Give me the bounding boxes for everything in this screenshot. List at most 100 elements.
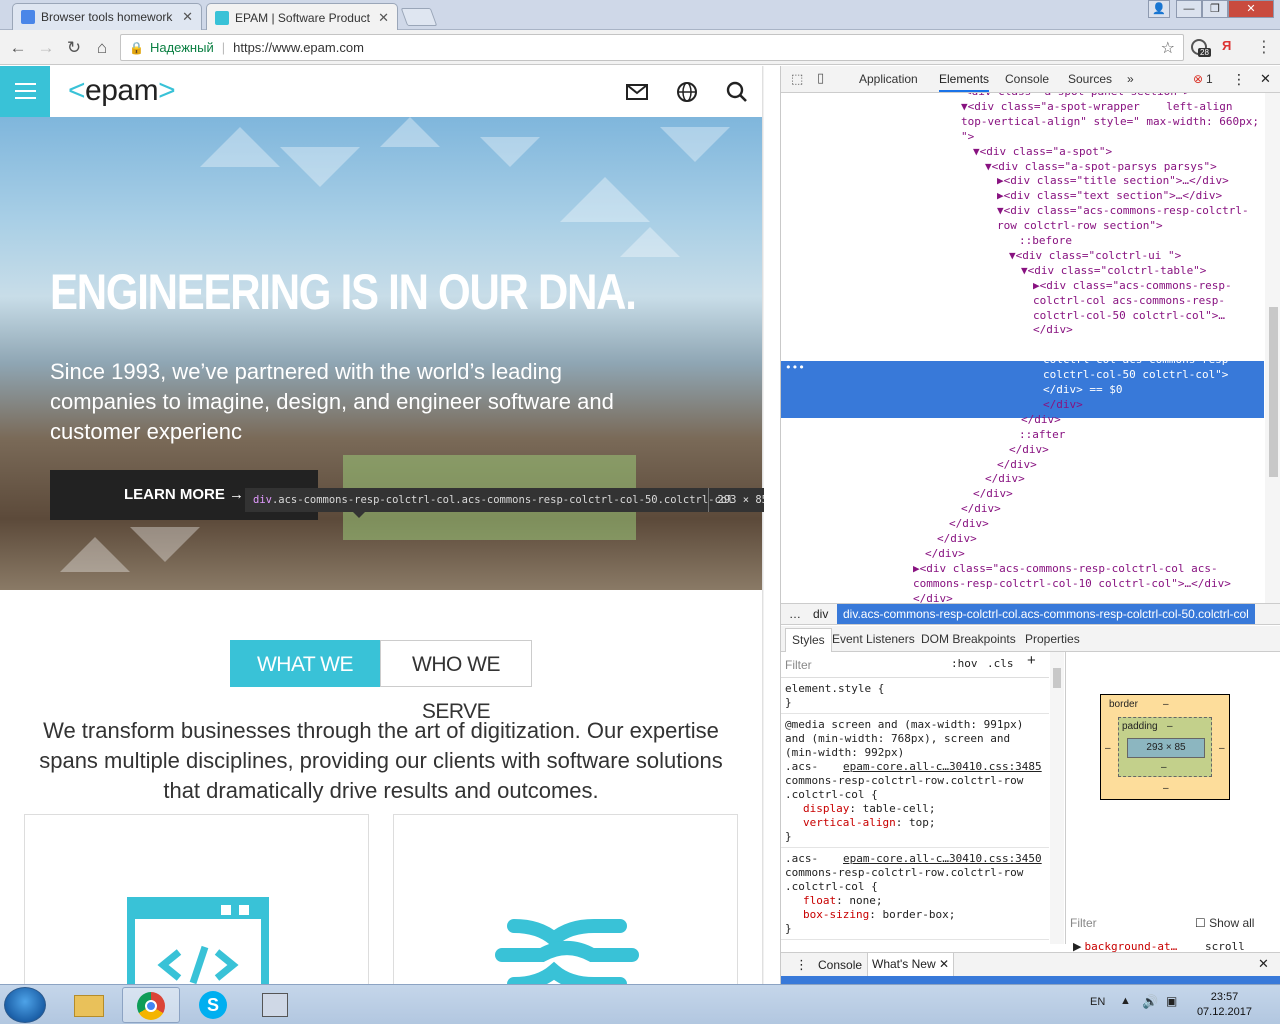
epam-logo[interactable]: <epam> — [68, 74, 176, 108]
css-property[interactable]: vertical-align: top; — [803, 816, 935, 830]
dom-node-line[interactable]: </div> — [1009, 443, 1049, 458]
close-icon[interactable]: ✕ — [378, 10, 389, 26]
dom-node-line[interactable]: ▶<div class="text section">…</div> — [997, 189, 1222, 204]
dom-node-line[interactable]: ▼<div class="acs-commons-resp-colctrl- — [997, 204, 1249, 219]
dom-node-line[interactable]: ▼<div class="colctrl-ui "> — [1009, 249, 1181, 264]
tab-dom-breakpoints[interactable]: DOM Breakpoints — [921, 632, 1016, 646]
tab-who-we-serve[interactable]: WHO WE SERVE — [380, 640, 532, 723]
tab-sources[interactable]: Sources — [1068, 72, 1112, 86]
dom-node-line[interactable]: ▼<div class="a-spot"> — [973, 145, 1112, 160]
dom-node-line[interactable]: colctrl-col acs-commons-resp- — [1043, 353, 1235, 368]
styles-filter-input[interactable]: Filter — [785, 658, 812, 672]
tray-expand-icon[interactable]: ▲ — [1120, 995, 1131, 1007]
drawer-tab-whats-new[interactable]: What's New ✕ — [867, 953, 955, 977]
drawer-tab-console[interactable]: Console — [818, 958, 862, 972]
new-tab-button[interactable] — [400, 8, 438, 26]
device-toolbar-icon[interactable]: ▯ — [817, 70, 824, 86]
dom-node-line[interactable]: </div> — [973, 487, 1013, 502]
dom-node-line[interactable]: ▶<div class="acs-commons-resp- — [1033, 279, 1232, 294]
dom-node-line[interactable]: ▼<div class="a-spot-wrapper left-align — [961, 100, 1233, 115]
network-icon[interactable]: ▣ — [1166, 994, 1177, 1008]
inspect-element-icon[interactable]: ⬚ — [791, 71, 803, 87]
dom-node-line[interactable]: ▼<div class="colctrl-table"> — [1021, 264, 1206, 279]
chrome-taskbar-icon[interactable] — [122, 987, 180, 1023]
node-actions-icon[interactable]: ••• — [785, 361, 805, 376]
breadcrumb-item[interactable]: … — [789, 604, 801, 624]
bookmark-star-icon[interactable]: ☆ — [1161, 38, 1175, 58]
minimize-button[interactable]: — — [1176, 0, 1202, 18]
css-property-value[interactable]: table-cell; — [863, 802, 936, 815]
menu-kebab-icon[interactable]: ⋮ — [1256, 37, 1272, 57]
error-icon[interactable]: ⊗ — [1193, 72, 1203, 86]
tab-application[interactable]: Application — [859, 72, 918, 86]
service-card[interactable] — [393, 814, 738, 984]
devtools-menu-icon[interactable]: ⋮ — [1232, 71, 1246, 88]
dom-node-line[interactable]: </div> — [961, 502, 1001, 517]
dom-node-line[interactable]: </div> — [997, 458, 1037, 473]
tab-elements[interactable]: Elements — [939, 72, 990, 92]
language-indicator[interactable]: EN — [1090, 996, 1105, 1008]
tab-browser-tools[interactable]: Browser tools homework ✕ — [12, 3, 202, 30]
devtools-close-icon[interactable]: ✕ — [1260, 71, 1271, 87]
dom-node-line[interactable]: top-vertical-align" style=" max-width: 6… — [961, 115, 1259, 130]
service-card[interactable] — [24, 814, 369, 984]
back-icon[interactable]: ← — [8, 38, 28, 58]
tab-console[interactable]: Console — [1005, 72, 1049, 86]
cls-toggle[interactable]: .cls — [987, 657, 1014, 671]
css-property-name[interactable]: float — [803, 894, 836, 907]
forward-icon[interactable]: → — [36, 38, 56, 58]
dom-tree[interactable]: ••• <div class="a-spot panel section">▼<… — [781, 93, 1265, 603]
volume-icon[interactable]: 🔊 — [1142, 994, 1158, 1010]
css-property-value[interactable]: border-box; — [882, 908, 955, 921]
styles-scrollbar[interactable] — [1050, 652, 1064, 944]
css-property-name[interactable]: vertical-align — [803, 816, 896, 829]
home-icon[interactable]: ⌂ — [92, 38, 112, 58]
dom-node-line[interactable]: </div> — [1033, 323, 1073, 338]
file-explorer-icon[interactable] — [60, 987, 118, 1023]
close-icon[interactable]: ✕ — [939, 957, 949, 971]
tab-epam[interactable]: EPAM | Software Product ✕ — [206, 3, 398, 31]
drawer-close-icon[interactable]: ✕ — [1258, 956, 1269, 972]
hamburger-menu-button[interactable] — [0, 66, 50, 117]
window-close-button[interactable]: ✕ — [1228, 0, 1274, 18]
breadcrumb-item[interactable]: div — [813, 604, 828, 624]
dom-node-line[interactable]: colctrl-col-50 colctrl-col"> — [1043, 368, 1228, 383]
dom-node-line[interactable]: </div> — [1043, 398, 1083, 413]
profile-icon[interactable]: 👤 — [1148, 0, 1170, 18]
dom-node-line[interactable]: </div> — [985, 472, 1025, 487]
clock[interactable]: 23:57 07.12.2017 — [1197, 990, 1252, 1020]
css-property-value[interactable]: top; — [909, 816, 936, 829]
tab-what-we-do[interactable]: WHAT WE DO — [230, 640, 380, 723]
page-scrollbar[interactable] — [762, 66, 764, 984]
dom-node-line[interactable]: </div> — [949, 517, 989, 532]
dom-node-line[interactable]: </div> — [937, 532, 977, 547]
dom-node-line[interactable]: colctrl-col-50 colctrl-col">… — [1033, 309, 1225, 324]
dom-node-line[interactable]: ▶<div class="title section">…</div> — [997, 174, 1229, 189]
search-icon[interactable] — [725, 80, 749, 104]
dom-node-line[interactable]: "> — [961, 130, 974, 145]
reload-icon[interactable]: ↻ — [64, 38, 84, 58]
dom-node-line[interactable]: commons-resp-colctrl-col-10 colctrl-col"… — [913, 577, 1231, 592]
tab-event-listeners[interactable]: Event Listeners — [832, 632, 915, 646]
breadcrumb-item-selected[interactable]: div.acs-commons-resp-colctrl-col.acs-com… — [837, 604, 1255, 624]
drawer-menu-icon[interactable]: ⋮ — [795, 957, 808, 973]
yandex-extension-icon[interactable]: Я — [1222, 38, 1231, 53]
tab-properties[interactable]: Properties — [1025, 632, 1080, 646]
tab-styles[interactable]: Styles — [785, 628, 832, 652]
dom-node-line[interactable]: </div> — [913, 592, 953, 603]
scrollbar-thumb[interactable] — [1053, 668, 1061, 688]
dom-node-line[interactable]: ▼<div class="a-spot-parsys parsys"> — [985, 160, 1217, 175]
css-property[interactable]: box-sizing: border-box; — [803, 908, 955, 922]
extension-icon[interactable]: 28 — [1190, 38, 1211, 57]
dom-node-line[interactable]: </div> — [1021, 413, 1061, 428]
scrollbar-thumb[interactable] — [1269, 307, 1278, 477]
snipping-tool-icon[interactable] — [246, 987, 304, 1023]
stylesheet-link[interactable]: epam-core.all-c…30410.css:3450 — [843, 852, 1042, 866]
css-property-name[interactable]: box-sizing — [803, 908, 869, 921]
start-button[interactable] — [4, 987, 46, 1023]
dom-node-line[interactable]: <div class="acs-commons-resp- — [1043, 338, 1235, 353]
close-icon[interactable]: ✕ — [182, 9, 193, 25]
show-all-checkbox[interactable]: ☐ Show all — [1195, 916, 1254, 930]
css-property-name[interactable]: display — [803, 802, 849, 815]
dom-node-line[interactable]: ::after — [1019, 428, 1065, 443]
